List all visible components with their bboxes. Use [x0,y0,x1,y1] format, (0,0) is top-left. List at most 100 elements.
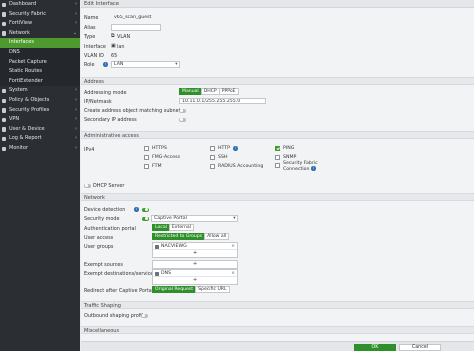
ping-checkbox[interactable] [275,146,280,151]
secondary-ip-toggle[interactable] [179,117,186,122]
auth-portal-external-button[interactable]: External [168,224,194,231]
role-select-value: LAN [114,62,124,67]
shield-icon [1,108,6,113]
name-field[interactable]: v65_scan_guest [111,14,159,21]
dhcp-server-toggle[interactable] [84,183,91,188]
sidebar-item-dashboard[interactable]: Dashboard › [0,0,80,10]
security-fabric-checkbox[interactable] [275,163,280,168]
chevron-down-icon: ⌄ [72,29,77,36]
sidebar-item-policy-objects[interactable]: Policy & Objects › [0,96,80,106]
create-address-toggle[interactable] [179,108,186,113]
ok-button[interactable]: OK [354,344,396,351]
close-icon[interactable]: × [231,270,235,277]
role-label: Role [84,62,95,68]
sidebar-item-label: Monitor [9,144,29,151]
radius-accounting-checkbox[interactable] [210,164,215,169]
chevron-right-icon: › [75,135,77,142]
addressing-mode-label: Addressing mode [84,90,127,96]
sidebar-item-dns[interactable]: DNS [0,47,80,58]
app-window: Dashboard › Security Fabric › FortiView › N… [0,0,474,351]
device-detection-toggle[interactable] [142,207,149,212]
security-mode-label: Security mode [84,216,120,222]
mode-dhcp-button[interactable]: DHCP [200,88,220,95]
fabric-icon [1,12,6,17]
sidebar-item-vpn[interactable]: VPN › [0,115,80,125]
sidebar-item-fortiview[interactable]: FortiView › [0,19,80,29]
vlanid-label: VLAN ID [84,53,104,59]
ping-label: PING [283,146,295,151]
user-access-allow-all-button[interactable]: Allow all [204,233,230,240]
footer-bar: OK Cancel [81,341,474,351]
exempt-destination-name: DNS [161,271,172,276]
name-label: Name [84,15,99,21]
info-icon: i [134,207,139,212]
sidebar-item-system[interactable]: System › [0,86,80,96]
chevron-right-icon: › [75,144,77,151]
sidebar-item-label: System [9,87,28,94]
sidebar-item-log-report[interactable]: Log & Report › [0,134,80,144]
create-address-label: Create address object matching subnet [84,108,181,114]
sidebar-item-security-fabric[interactable]: Security Fabric › [0,10,80,20]
security-mode-select[interactable]: Captive Portal ▾ [151,215,238,222]
sidebar-item-packet-capture[interactable]: Packet Capture [0,57,80,68]
sidebar-item-network[interactable]: Network ⌄ [0,28,80,39]
http-checkbox[interactable] [210,146,215,151]
sidebar-item-label: Static Routes [9,68,43,75]
https-checkbox[interactable] [144,146,149,151]
admin-access-section-header: Administrative access [81,131,474,139]
user-access-restricted-button[interactable]: Restricted to Groups [152,233,206,240]
user-group-name: NACVIEWG [161,244,187,249]
info-icon: i [311,166,316,171]
sidebar-item-fortiextender[interactable]: FortiExtender [0,76,80,87]
interface-label: Interface [84,44,106,50]
sidebar-item-interfaces[interactable]: Interfaces [0,38,80,48]
mode-manual-button[interactable]: Manual [179,88,202,95]
ftm-checkbox[interactable] [144,164,149,169]
secondary-ip-label: Secondary IP address [84,117,137,123]
list-item[interactable]: DNS × [153,270,237,277]
sidebar-item-security-profiles[interactable]: Security Profiles › [0,106,80,116]
port-icon: ▣ [111,43,116,49]
alias-field[interactable] [111,24,161,31]
user-groups-label: User groups [84,244,114,250]
chevron-right-icon: › [75,1,77,7]
add-user-group-button[interactable]: + [153,250,237,257]
sidebar-item-user-device[interactable]: User & Device › [0,125,80,135]
security-fabric-label-line2: Connection [283,167,310,172]
sidebar-item-static-routes[interactable]: Static Routes [0,67,80,77]
ssh-label: SSH [218,155,228,160]
add-exempt-destination-button[interactable]: + [153,277,237,284]
ssh-checkbox[interactable] [210,155,215,160]
sidebar-item-label: Network [9,29,30,36]
role-select[interactable]: LAN ▾ [111,61,180,68]
miscellaneous-section-header: Miscellaneous [81,326,474,334]
sidebar-item-label: Log & Report [9,135,42,142]
sidebar-item-monitor[interactable]: Monitor › [0,144,80,154]
policy-icon [1,98,6,104]
redirect-specific-url-button[interactable]: Specific URL [195,286,230,293]
sidebar-item-label: Security Fabric [9,10,46,17]
add-exempt-source-button[interactable]: + [153,261,237,268]
fmg-access-checkbox[interactable] [144,155,149,160]
interface-value: lan [117,44,125,50]
list-item[interactable]: NACVIEWG × [153,243,237,250]
snmp-checkbox[interactable] [275,155,280,160]
cancel-button[interactable]: Cancel [399,344,441,351]
http-label: HTTP [218,146,230,151]
security-mode-value: Captive Portal [154,216,187,221]
outbound-shaping-toggle[interactable] [141,313,148,318]
close-icon[interactable]: × [231,243,235,250]
security-mode-toggle[interactable] [142,216,149,221]
outbound-shaping-label: Outbound shaping profile [84,313,147,319]
ip-netmask-field[interactable]: 10.11.0.1/255.255.255.0 [179,97,266,104]
auth-portal-label: Authentication portal [84,226,136,232]
redirect-original-request-button[interactable]: Original Request [152,286,197,293]
mode-pppoe-button[interactable]: PPPoE [218,88,239,95]
monitor-icon [1,146,6,151]
auth-portal-local-button[interactable]: Local [152,224,170,231]
sidebar: Dashboard › Security Fabric › FortiView › N… [0,0,80,351]
log-icon [1,136,6,142]
chevron-down-icon: ▾ [175,62,178,67]
traffic-shaping-section-header: Traffic Shaping [81,301,474,309]
exempt-sources-list: + [152,260,238,269]
